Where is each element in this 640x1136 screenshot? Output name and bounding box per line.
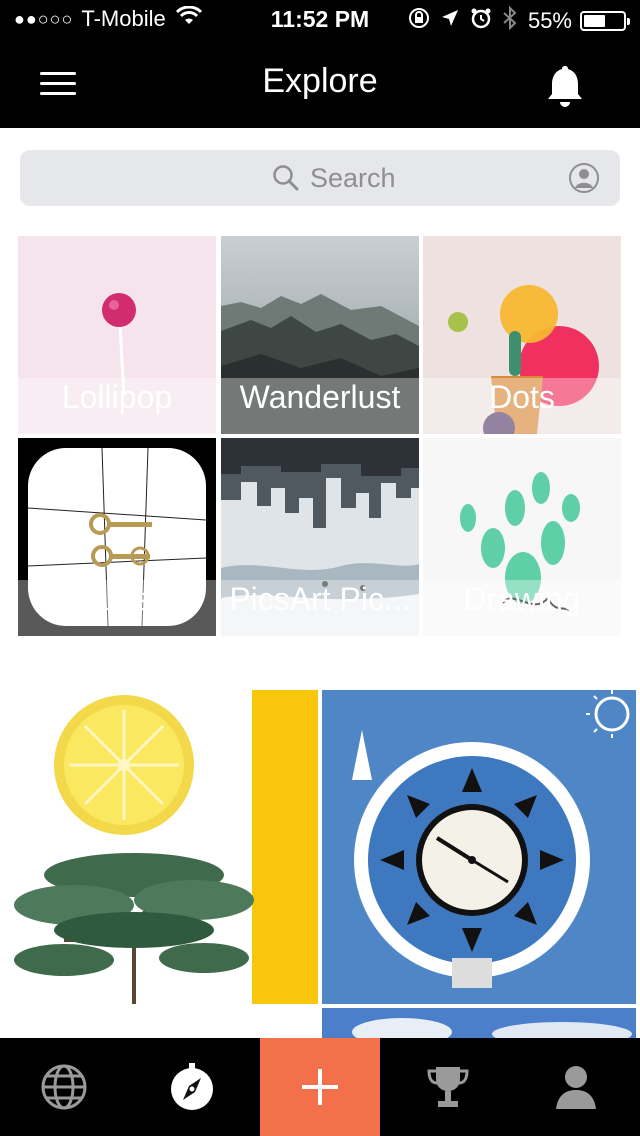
alarm-icon bbox=[470, 7, 492, 35]
tab-create[interactable] bbox=[260, 1038, 380, 1136]
search-bar[interactable] bbox=[20, 150, 620, 206]
status-bar: ●●○○○ T-Mobile 11:52 PM 55% bbox=[0, 0, 640, 40]
rotation-lock-icon bbox=[408, 7, 430, 35]
lemon-tree-image bbox=[4, 690, 318, 1004]
category-tile-dots[interactable]: Dots bbox=[423, 236, 621, 434]
feed-item-clock[interactable] bbox=[322, 690, 636, 1004]
sky-image bbox=[322, 1008, 636, 1038]
plus-icon bbox=[302, 1069, 338, 1105]
category-tile-lollipop[interactable]: Lollipop bbox=[18, 236, 216, 434]
category-label: Dots bbox=[489, 379, 555, 415]
feed-item-lemon-tree[interactable] bbox=[4, 690, 318, 1004]
globe-icon bbox=[41, 1064, 87, 1110]
tab-explore[interactable] bbox=[128, 1038, 256, 1136]
travel-clock-image bbox=[322, 690, 636, 1004]
category-tile-drawing[interactable]: Drawing bbox=[423, 438, 621, 636]
category-label: PicsArt Pic... bbox=[229, 581, 411, 617]
tab-explore-world[interactable] bbox=[0, 1038, 128, 1136]
search-icon bbox=[273, 165, 299, 191]
status-right: 55% bbox=[398, 5, 630, 36]
trophy-icon bbox=[427, 1067, 469, 1107]
category-label: Lollipop bbox=[61, 379, 173, 415]
tab-profile[interactable] bbox=[512, 1038, 640, 1136]
battery-percent: 55% bbox=[527, 8, 572, 33]
category-tile-picsart-pic[interactable]: PicsArt Pic... bbox=[221, 438, 419, 636]
bell-icon bbox=[548, 66, 582, 107]
category-label: Latest bbox=[73, 581, 161, 617]
bluetooth-icon bbox=[502, 5, 518, 36]
category-label: Wanderlust bbox=[239, 379, 401, 415]
category-label: Drawing bbox=[463, 581, 581, 617]
profile-icon bbox=[556, 1066, 596, 1109]
category-tile-wanderlust[interactable]: Wanderlust bbox=[221, 236, 419, 434]
tab-contests[interactable] bbox=[384, 1038, 512, 1136]
navigation-bar: Explore bbox=[0, 40, 640, 128]
compass-icon bbox=[171, 1063, 213, 1110]
tab-bar bbox=[0, 1038, 640, 1136]
battery-icon bbox=[580, 11, 630, 31]
location-arrow-icon bbox=[440, 8, 460, 34]
category-tile-latest[interactable]: Latest bbox=[18, 438, 216, 636]
search-input[interactable] bbox=[310, 160, 570, 196]
feed-item-sky[interactable] bbox=[322, 1008, 636, 1038]
notifications-button[interactable] bbox=[540, 62, 590, 112]
user-search-icon[interactable] bbox=[568, 162, 600, 194]
